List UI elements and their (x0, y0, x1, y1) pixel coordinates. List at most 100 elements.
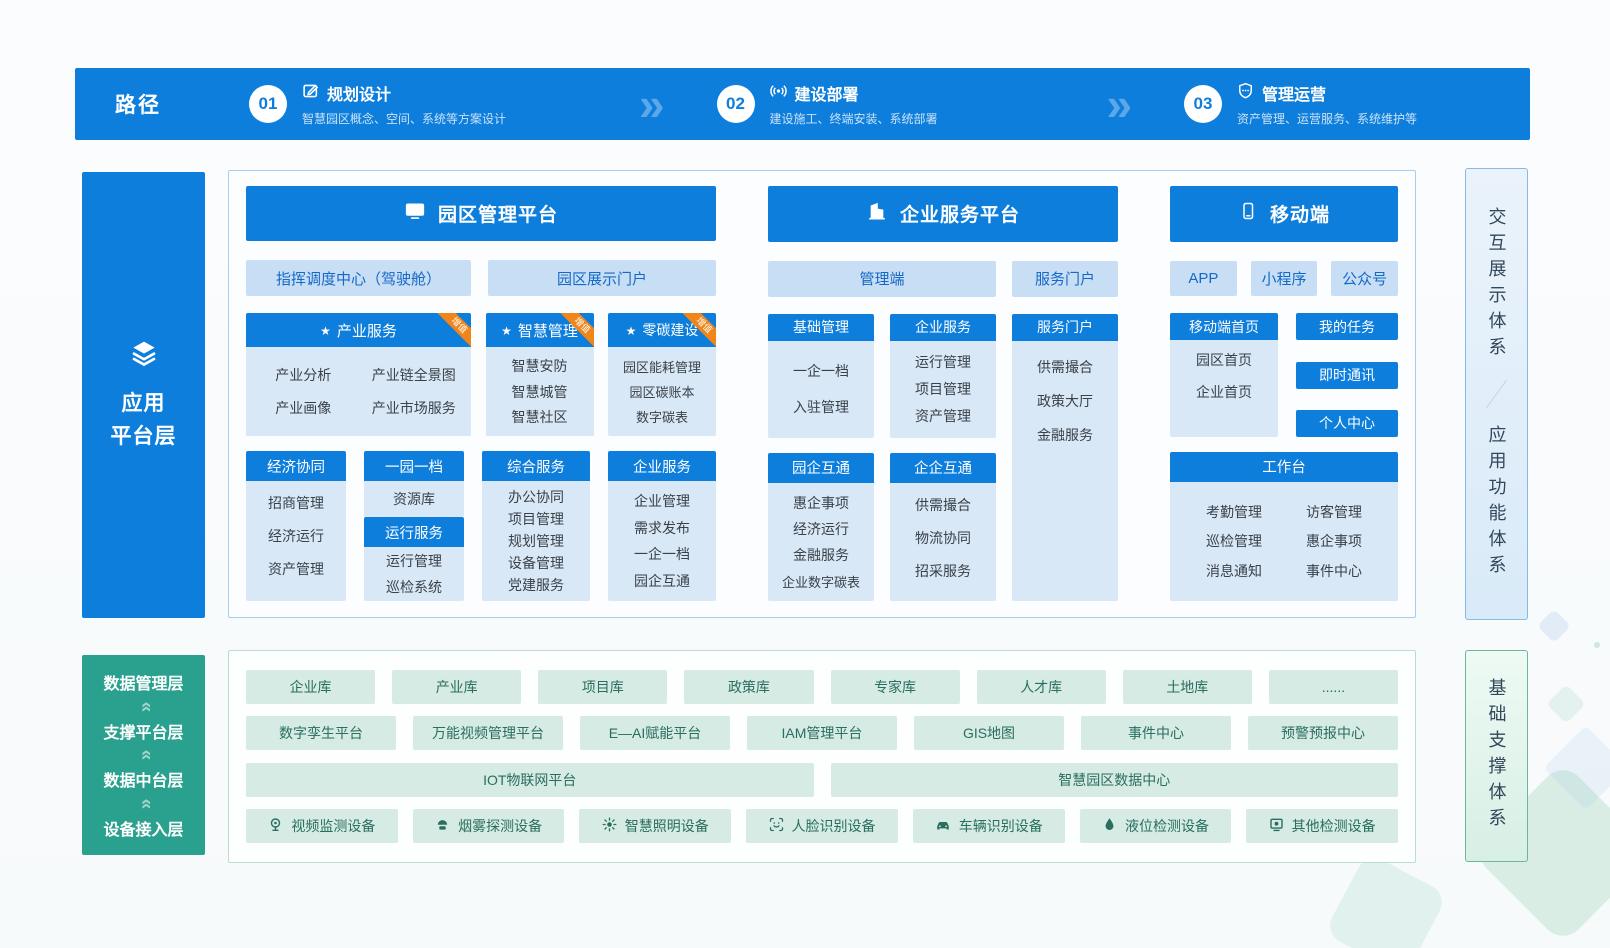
vertical-label: 应用功能体系 (1484, 425, 1510, 581)
mobile-buttons-column: 我的任务 即时通讯 个人中心 (1296, 313, 1398, 436)
smoke-detector-icon (435, 817, 450, 835)
group-zero-carbon: 零碳建设 增值 园区能耗管理 园区碳账本 数字碳表 (608, 313, 716, 436)
decor-blob (1324, 852, 1448, 948)
group-enterprise-services: 企业服务 运行管理 项目管理 资产管理 (890, 314, 996, 438)
group-item: 巡检管理 (1206, 531, 1262, 551)
group-item: 数字碳表 (636, 407, 688, 426)
step-title: 管理运营 (1262, 81, 1326, 105)
iot-platform: IOT物联网平台 (246, 763, 814, 797)
step-number-badge: 01 (249, 85, 287, 123)
layer-label: 数据中台层 (103, 767, 183, 791)
face-icon (769, 817, 784, 835)
group-item: 入驻管理 (793, 397, 849, 417)
support-platform: 预警预报中心 (1248, 716, 1398, 750)
group-header: 企业服务 (890, 314, 996, 341)
monitor-icon (404, 200, 426, 228)
value-added-ribbon: 增值 (682, 313, 716, 347)
divider (1486, 380, 1507, 408)
step-description: 智慧园区概念、空间、系统等方案设计 (302, 110, 506, 127)
basic-support-system-bar: 基础支撑体系 (1465, 650, 1528, 862)
device-box: 烟雾探测设备 (413, 809, 565, 843)
group-item: 项目管理 (915, 379, 971, 399)
mobile-section: 移动端 APP 小程序 公众号 移动端首页 园区首页 企业首页 我的任务 即时通… (1170, 186, 1398, 601)
group-mobile-home: 移动端首页 园区首页 企业首页 (1170, 313, 1278, 436)
group-comprehensive-services: 综合服务 办公协同 项目管理 规划管理 设备管理 党建服务 (482, 451, 590, 601)
step-number-badge: 03 (1184, 85, 1222, 123)
group-item: 金融服务 (793, 545, 849, 565)
decor-cube (1537, 609, 1571, 643)
application-platform-panel: 园区管理平台 指挥调度中心（驾驶舱） 园区展示门户 产业服务 增值 产业分析 产… (228, 170, 1416, 618)
device-box: 液位检测设备 (1080, 809, 1232, 843)
data-libraries-row: 企业库 产业库 项目库 政策库 专家库 人才库 土地库 ...... (246, 670, 1398, 704)
group-item: 设备管理 (508, 553, 564, 573)
droplet-icon (1102, 817, 1117, 835)
group-header: 园企互通 (768, 453, 874, 483)
data-library: 专家库 (831, 670, 960, 704)
support-platform: IAM管理平台 (747, 716, 897, 750)
data-library-more: ...... (1269, 670, 1398, 704)
personal-center-button: 个人中心 (1296, 410, 1398, 437)
device-box: 智慧照明设备 (579, 809, 731, 843)
group-item: 经济运行 (268, 526, 324, 546)
group-item: 运行管理 (915, 352, 971, 372)
group-item: 智慧社区 (512, 407, 568, 427)
device-label: 人脸识别设备 (792, 816, 876, 836)
my-tasks-button: 我的任务 (1296, 313, 1398, 340)
park-management-platform-section: 园区管理平台 指挥调度中心（驾驶舱） 园区展示门户 产业服务 增值 产业分析 产… (246, 186, 716, 601)
portal-management-side: 管理端 (768, 261, 996, 297)
group-header: 基础管理 (768, 314, 874, 341)
group-item: 园企互通 (634, 571, 690, 591)
group-item: 企业管理 (634, 491, 690, 511)
star-icon (501, 322, 512, 339)
smart-park-architecture-diagram: 路径 01 规划设计 智慧园区概念、空间、系统等方案设计 02 建设部署 建设施… (0, 0, 1610, 948)
group-header: 企企互通 (890, 453, 996, 483)
application-platform-layer-sidebar: 应用 平台层 (82, 172, 205, 618)
car-icon (935, 817, 951, 835)
sidebar-label: 应用 平台层 (111, 388, 177, 453)
path-step-2: 02 建设部署 建设施工、终端安装、系统部署 (717, 81, 1055, 127)
data-library: 人才库 (977, 670, 1106, 704)
path-step-1: 01 规划设计 智慧园区概念、空间、系统等方案设计 (249, 81, 587, 127)
group-header: 工作台 (1170, 452, 1398, 482)
device-box: 车辆识别设备 (913, 809, 1065, 843)
group-item: 运行管理 (386, 551, 442, 571)
group-item: 资产管理 (915, 406, 971, 426)
portal-service-portal: 服务门户 (1012, 261, 1118, 297)
group-item: 规划管理 (508, 531, 564, 551)
section-header: 企业服务平台 (768, 186, 1118, 242)
data-and-support-panel: 企业库 产业库 项目库 政策库 专家库 人才库 土地库 ...... 数字孪生平… (228, 650, 1416, 863)
group-column: 一园一档 资源库 运行服务 运行管理 巡检系统 (364, 451, 464, 601)
group-header: 智慧管理 增值 (486, 313, 594, 347)
device-box: 人脸识别设备 (746, 809, 898, 843)
group-item: 资产管理 (268, 559, 324, 579)
group-item: 产业分析 (275, 365, 331, 385)
group-industry-services: 产业服务 增值 产业分析 产业链全景图 产业画像 产业市场服务 (246, 313, 471, 436)
group-item: 资源库 (393, 489, 435, 509)
layers-icon (128, 337, 160, 374)
chevron-up-icon (136, 701, 150, 712)
group-economic-synergy: 经济协同 招商管理 经济运行 资产管理 (246, 451, 346, 601)
step-number-badge: 02 (717, 85, 755, 123)
value-added-ribbon: 增值 (560, 313, 594, 347)
decor-dot (1594, 642, 1600, 648)
vertical-label: 交互展示体系 (1484, 207, 1510, 363)
group-item: 企业数字碳表 (782, 572, 860, 591)
device-label: 液位检测设备 (1125, 816, 1209, 836)
portal-app: APP (1170, 261, 1237, 297)
section-title: 企业服务平台 (900, 200, 1020, 227)
support-platform: 万能视频管理平台 (413, 716, 563, 750)
group-header: 经济协同 (246, 451, 346, 481)
device-label: 其他检测设备 (1292, 816, 1376, 836)
group-park-enterprise-link: 园企互通 惠企事项 经济运行 金融服务 企业数字碳表 (768, 453, 874, 601)
group-item: 智慧安防 (512, 356, 568, 376)
group-column: 基础管理 一企一档 入驻管理 园企互通 惠企事项 经济运行 金融服务 企业数字碳… (768, 314, 874, 601)
group-header: 一园一档 (364, 451, 464, 481)
path-bar: 路径 01 规划设计 智慧园区概念、空间、系统等方案设计 02 建设部署 建设施… (75, 68, 1530, 140)
data-library: 企业库 (246, 670, 375, 704)
group-enterprise-services: 企业服务 企业管理 需求发布 一企一档 园企互通 (608, 451, 716, 601)
section-header: 园区管理平台 (246, 186, 716, 241)
chevron-right-icon (587, 84, 717, 125)
group-item: 招商管理 (268, 493, 324, 513)
chevron-up-icon (136, 750, 150, 761)
support-platform: 事件中心 (1081, 716, 1231, 750)
